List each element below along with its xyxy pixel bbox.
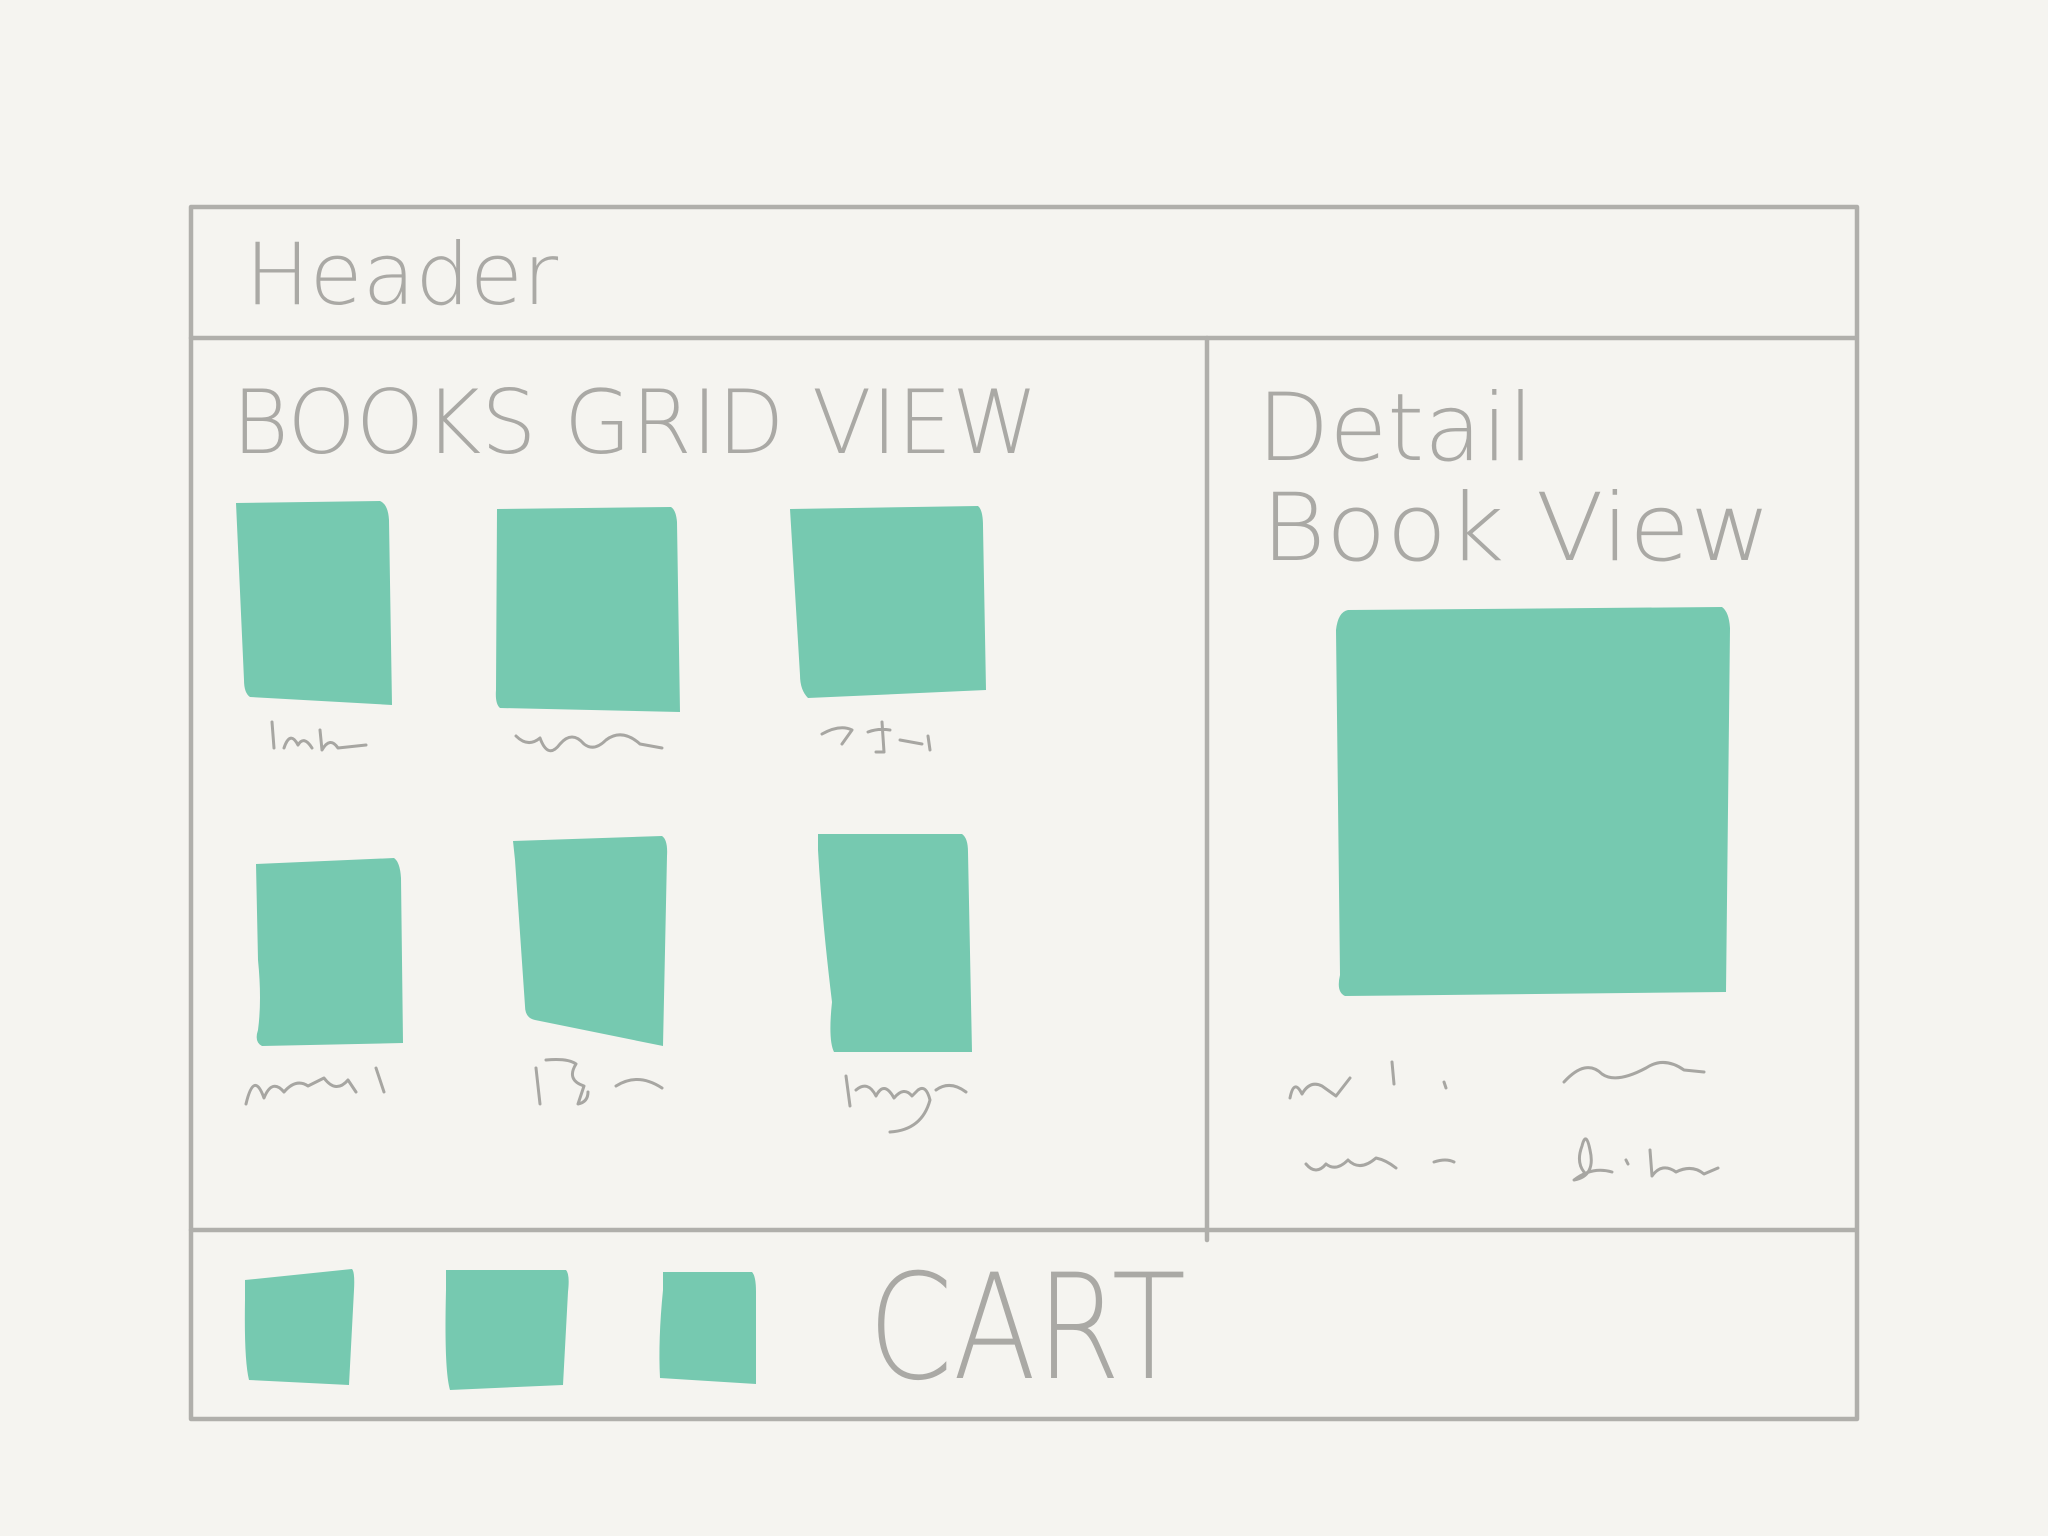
- book-caption-scribble-4: [244, 1066, 386, 1106]
- cart-section: CART: [244, 1243, 1186, 1413]
- cart-item-2[interactable]: [445, 1270, 569, 1390]
- header-section: Header: [245, 225, 559, 325]
- detail-info-scribble-4: [1572, 1137, 1720, 1182]
- detail-info-scribble-2: [1562, 1061, 1706, 1084]
- book-thumbnail-5[interactable]: [513, 836, 668, 1046]
- book-thumbnail-4[interactable]: [256, 858, 403, 1046]
- detail-title-line1: Detail: [1257, 374, 1534, 483]
- book-caption-scribble-3: [820, 720, 932, 754]
- header-label: Header: [245, 225, 559, 325]
- detail-book-image: [1336, 607, 1730, 996]
- book-caption-scribble-6: [844, 1074, 968, 1134]
- book-thumbnail-6[interactable]: [818, 834, 972, 1052]
- books-grid-section: BOOKS GRID VIEW: [232, 371, 1038, 1134]
- detail-title-line2: Book View: [1261, 474, 1771, 583]
- detail-info-scribble-1: [1288, 1060, 1448, 1100]
- wireframe-sketch: Header BOOKS GRID VIEW Detail Book View …: [188, 204, 1860, 1422]
- cart-item-3[interactable]: [659, 1272, 756, 1384]
- books-grid-title: BOOKS GRID VIEW: [232, 371, 1038, 474]
- cart-item-1[interactable]: [244, 1269, 355, 1385]
- book-caption-scribble-5: [534, 1058, 664, 1106]
- book-thumbnail-1[interactable]: [236, 501, 392, 705]
- book-caption-scribble-1: [270, 720, 368, 752]
- detail-info-scribble-3: [1304, 1156, 1456, 1172]
- book-thumbnail-3[interactable]: [790, 506, 986, 698]
- detail-view-section: Detail Book View: [1257, 374, 1771, 1182]
- book-thumbnail-2[interactable]: [495, 507, 680, 712]
- book-caption-scribble-2: [514, 733, 664, 753]
- cart-label: CART: [868, 1243, 1186, 1413]
